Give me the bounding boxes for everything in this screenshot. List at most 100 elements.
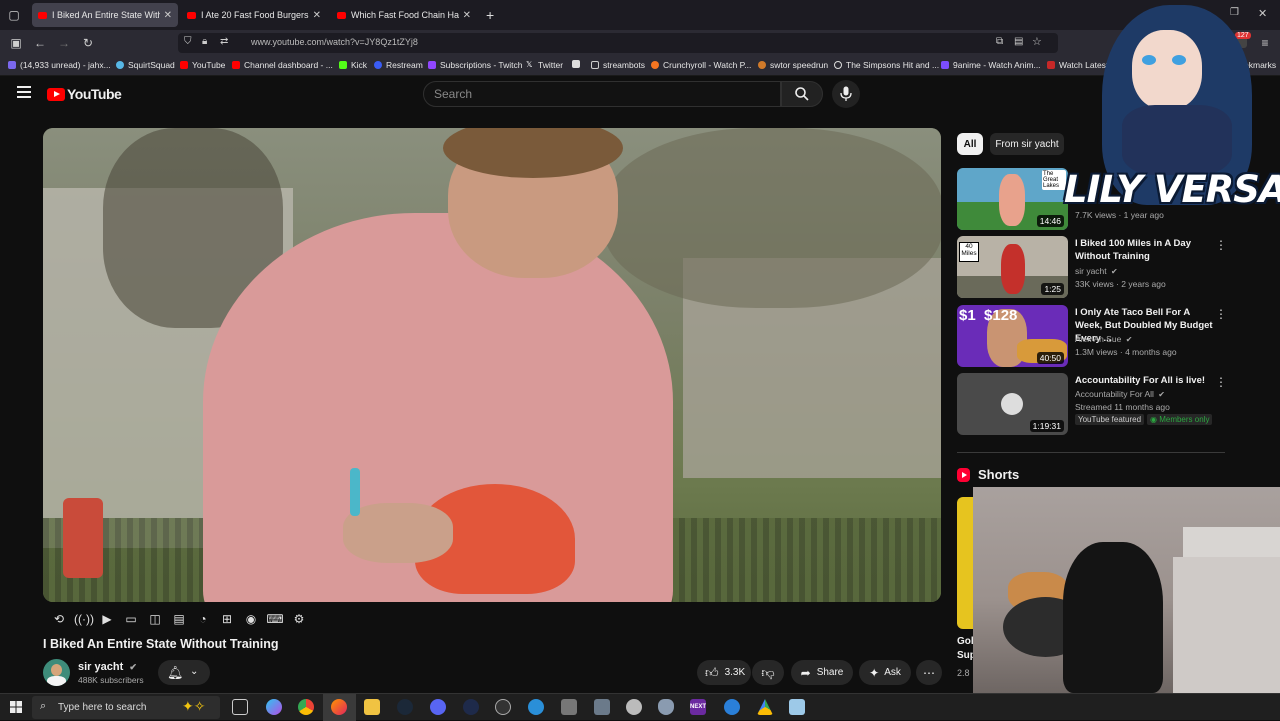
more-vertical-icon[interactable]: ⋮ [1215,307,1227,321]
bookmark-item[interactable]: swtor speedrun [758,60,828,70]
cloud-app-icon[interactable] [561,699,577,715]
search-box[interactable] [423,81,781,107]
notification-bell-button[interactable]: 🔔︎ ⌄ [158,660,210,685]
audio-icon[interactable]: ((·)) [74,611,94,627]
dislike-button[interactable]: 👎︎ [752,660,784,685]
video-thumbnail[interactable]: The Great Lakes 14:46 [957,168,1068,230]
obs-icon[interactable] [495,699,511,715]
back-button[interactable]: ← [31,34,49,52]
bookmark-item[interactable]: (14,933 unread) - jahx... [8,60,111,70]
browser-tab-3[interactable]: Which Fast Food Chain Has The ✕ [331,3,477,27]
google-drive-icon[interactable] [757,699,773,715]
task-view-icon[interactable] [232,699,248,715]
speed-icon[interactable]: ◔ [194,611,212,627]
bookmark-item[interactable]: Crunchyroll - Watch P... [651,60,751,70]
screenshot-icon[interactable]: ◉ [242,611,260,627]
close-tab-icon[interactable]: ✕ [313,10,321,21]
loop-icon[interactable]: ⟲ [50,611,68,627]
reader-view-icon[interactable]: ▤ [1014,36,1023,47]
keyboard-icon[interactable]: ⌨ [266,611,284,627]
more-vertical-icon[interactable]: ⋮ [1215,238,1227,252]
file-explorer-icon[interactable] [364,699,380,715]
video-player[interactable] [43,128,941,602]
sidebar-toggle-icon[interactable]: ▣ [7,34,25,52]
bookmark-item[interactable]: Restream [374,60,423,70]
bookmark-item[interactable]: Subscriptions - Twitch [428,60,523,70]
url-text[interactable]: www.youtube.com/watch?v=JY8Qz1tZYj8 [251,37,418,47]
firefox-icon[interactable] [331,699,347,715]
hamburger-menu-icon[interactable] [17,86,31,98]
channel-name[interactable]: sir yacht ✔ [78,661,137,673]
voice-search-button[interactable] [832,80,860,108]
recommended-video[interactable]: $1 $128 40:50 I Only Ate Taco Bell For A… [957,305,1227,369]
ask-button[interactable]: ✦ Ask [859,660,911,685]
channel-avatar[interactable] [43,659,70,686]
search-input[interactable] [434,87,754,101]
video-thumbnail[interactable]: $1 $128 40:50 [957,305,1068,367]
settings-gear-icon[interactable]: ⚙ [290,611,308,627]
add-icon[interactable]: ⊞ [218,611,236,627]
short-title-partial[interactable]: Gol [957,636,974,647]
theater-icon[interactable]: ▤ [170,611,188,627]
bookmark-star-icon[interactable]: ☆ [1032,35,1042,48]
discord-icon[interactable] [430,699,446,715]
video-title[interactable]: Accountability For All is live! [1075,374,1213,387]
recommended-video[interactable]: 40 Miles 1:25 I Biked 100 Miles in A Day… [957,236,1227,300]
autoplay-icon[interactable]: ▶ [98,611,116,627]
shield-icon[interactable]: ⛉ [184,36,192,47]
chip-all[interactable]: All [957,133,983,155]
shield-app-icon[interactable] [658,699,674,715]
bookmark-item[interactable] [572,60,584,68]
video-thumbnail[interactable]: 40 Miles 1:25 [957,236,1068,298]
bookmark-folder[interactable]: streambots [591,60,645,70]
cinema-icon[interactable]: ▭ [122,611,140,627]
windows-start-icon[interactable] [10,701,22,713]
browser-tab-2[interactable]: I Ate 20 Fast Food Burgers To S ✕ [181,3,327,27]
video-thumbnail[interactable]: 1:19:31 [957,373,1068,435]
channel-line[interactable]: Accountability For All ✔ [1075,389,1165,399]
close-tab-icon[interactable]: ✕ [463,10,471,21]
browser-tab-1[interactable]: I Biked An Entire State Without ✕ [32,3,178,27]
edge-icon[interactable] [528,699,544,715]
bookmark-item[interactable]: 𝕏 Twitter [526,60,563,70]
bookmark-item[interactable]: Kick [339,60,367,70]
chrome-icon[interactable] [298,699,314,715]
recommended-video[interactable]: 1:19:31 Accountability For All is live! … [957,373,1227,437]
address-bar[interactable]: ⛉ 🔒︎ ⇄ www.youtube.com/watch?v=JY8Qz1tZY… [178,33,1058,53]
bookmark-item[interactable]: Channel dashboard - ... [232,60,333,70]
like-button[interactable]: 👍︎ 3.3K [697,660,751,685]
app-icon[interactable] [626,699,642,715]
bookmark-item[interactable]: YouTube [180,60,225,70]
more-actions-button[interactable]: ⋯ [916,660,942,685]
lock-icon[interactable]: 🔒︎ [202,36,207,47]
forward-button[interactable]: → [55,34,73,52]
bookmark-item[interactable]: SquirtSquad [116,60,175,70]
share-button[interactable]: ➦ Share [791,660,853,685]
video-title[interactable]: I Biked 100 Miles in A Day Without Train… [1075,237,1213,263]
short-thumbnail[interactable] [957,497,973,629]
permissions-icon[interactable]: ⇄ [220,36,228,47]
channel-line[interactable]: sir yacht ✔ [1075,266,1118,276]
tab-list-icon[interactable]: ▢ [5,6,23,24]
next-app-icon[interactable]: NEXT [690,699,706,715]
channel-line[interactable]: Alex Ah Sue ✔ [1075,334,1132,344]
taskbar-search[interactable]: ⌕ Type here to search ✦✧ [32,696,220,719]
app-icon[interactable] [594,699,610,715]
steam-icon[interactable] [397,699,413,715]
search-button[interactable] [781,81,823,107]
app-icon[interactable] [789,699,805,715]
copilot-icon[interactable] [266,699,282,715]
reload-button[interactable]: ↻ [79,34,97,52]
bookmark-item[interactable]: The Simpsons Hit and ... [834,60,939,70]
new-tab-button[interactable]: + [486,7,494,23]
chip-from-channel[interactable]: From sir yacht [990,133,1064,155]
close-tab-icon[interactable]: ✕ [164,10,172,21]
youtube-logo[interactable]: YouTube [47,86,122,102]
more-vertical-icon[interactable]: ⋮ [1215,375,1227,389]
app-arrow-icon[interactable] [463,699,479,715]
webcam-overlay [973,487,1280,693]
picture-in-picture-icon[interactable]: ⧉ [996,36,1003,47]
app-icon[interactable] [724,699,740,715]
miniplayer-icon[interactable]: ◫ [146,611,164,627]
bookmark-item[interactable]: 9anime - Watch Anim... [941,60,1041,70]
